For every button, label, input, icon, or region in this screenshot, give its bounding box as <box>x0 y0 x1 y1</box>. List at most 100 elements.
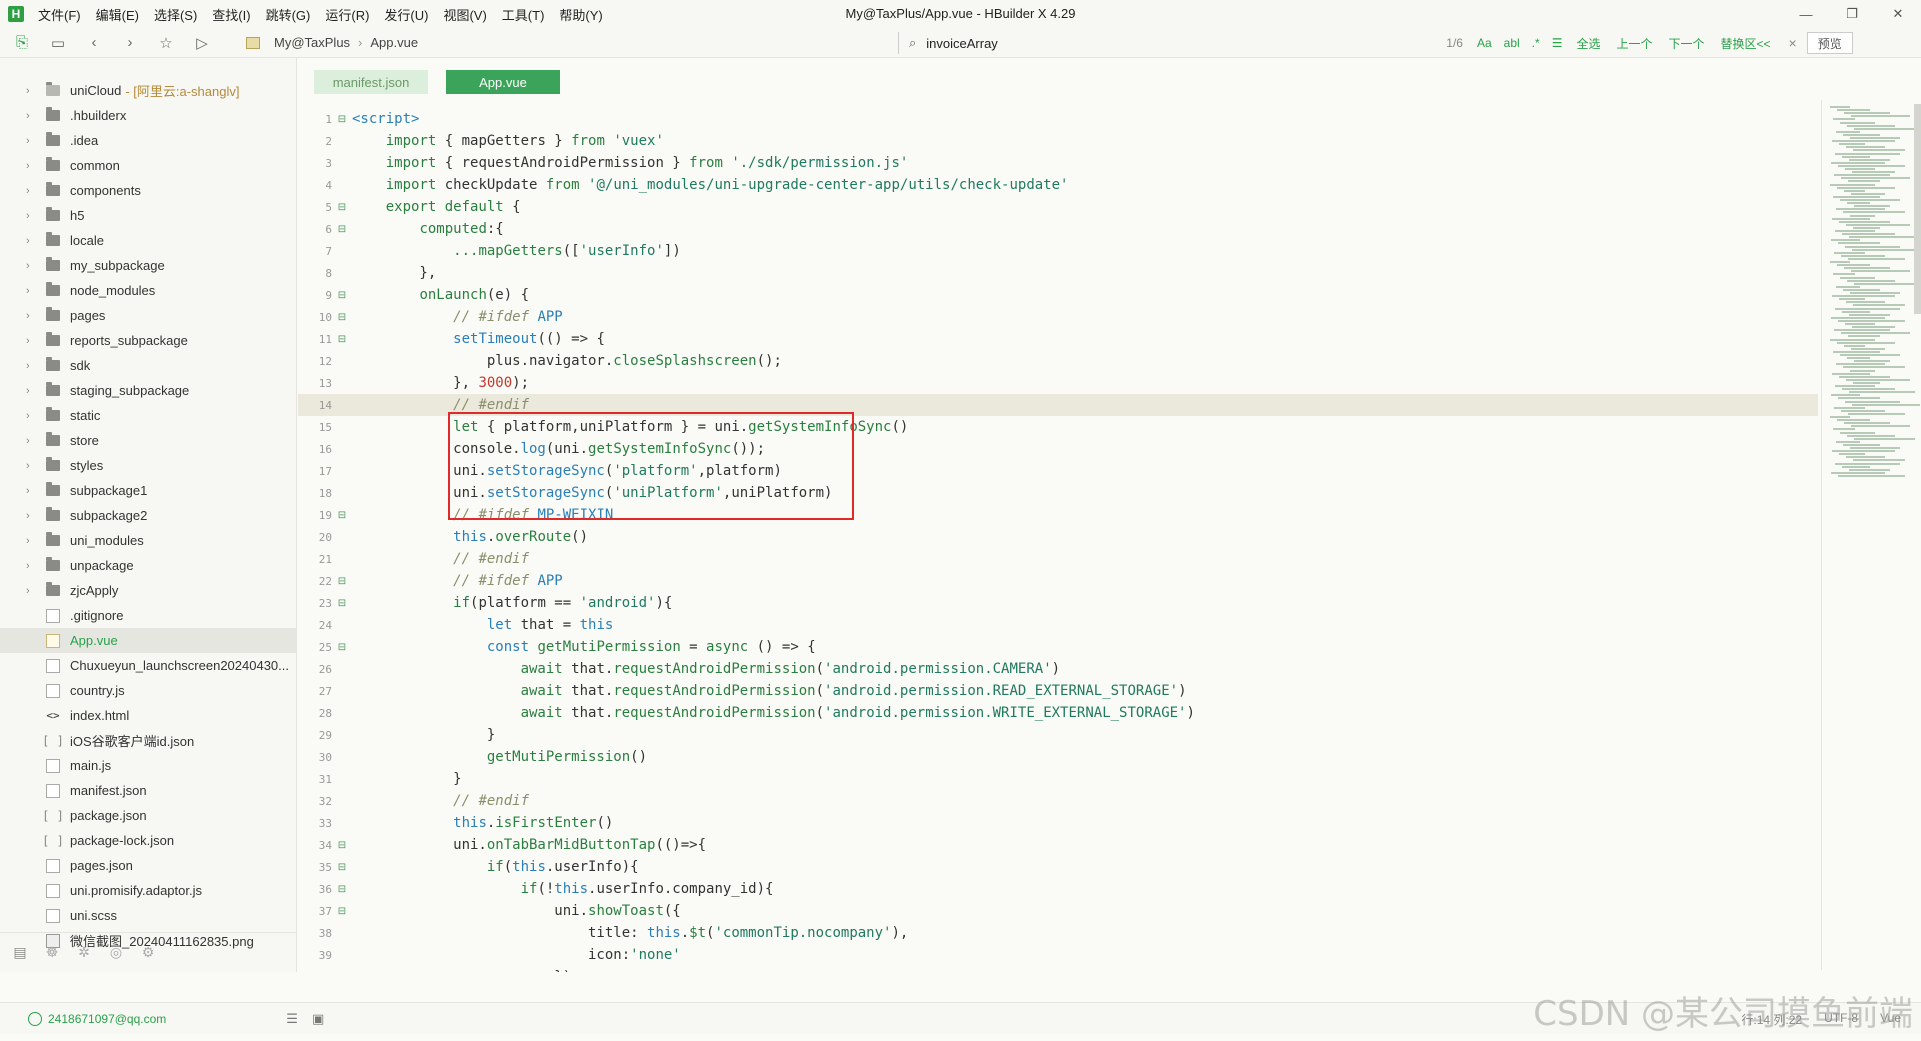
breadcrumb-project[interactable]: My@TaxPlus <box>274 35 350 50</box>
find-prev-button[interactable]: 上一个 <box>1616 35 1652 52</box>
tree-item[interactable]: › reports_subpackage <box>0 328 296 353</box>
tree-item[interactable]: › common <box>0 153 296 178</box>
code-line[interactable]: 24 let that = this <box>298 614 1818 636</box>
fold-icon[interactable]: ⊟ <box>332 642 352 653</box>
fold-icon[interactable]: ⊟ <box>332 510 352 521</box>
fold-icon[interactable]: ⊟ <box>332 576 352 587</box>
fold-icon[interactable]: ⊟ <box>332 862 352 873</box>
code-line[interactable]: 37 ⊟ uni.showToast({ <box>298 900 1818 922</box>
extensions-icon[interactable]: ⚙ <box>136 944 160 961</box>
tree-item[interactable]: App.vue <box>0 628 296 653</box>
chevron-right-icon[interactable]: › <box>26 535 46 547</box>
chevron-right-icon[interactable]: › <box>26 210 46 222</box>
chevron-right-icon[interactable]: › <box>26 260 46 272</box>
scrollbar[interactable] <box>1914 104 1921 314</box>
tree-item[interactable]: › node_modules <box>0 278 296 303</box>
chevron-right-icon[interactable]: › <box>26 385 46 397</box>
code-line[interactable]: 40 }) <box>298 966 1818 972</box>
menu-item[interactable]: 跳转(G) <box>266 5 311 24</box>
tree-item[interactable]: › .idea <box>0 128 296 153</box>
code-line[interactable]: 6 ⊟ computed:{ <box>298 218 1818 240</box>
tree-item[interactable]: › unpackage <box>0 553 296 578</box>
code-line[interactable]: 35 ⊟ if(this.userInfo){ <box>298 856 1818 878</box>
code-line[interactable]: 29 } <box>298 724 1818 746</box>
select-all-button[interactable]: 全选 <box>1576 35 1600 52</box>
chevron-right-icon[interactable]: › <box>26 410 46 422</box>
code-line[interactable]: 17 uni.setStorageSync('platform',platfor… <box>298 460 1818 482</box>
code-line[interactable]: 2 import { mapGetters } from 'vuex' <box>298 130 1818 152</box>
cursor-position[interactable]: 行:14 列:22 <box>1741 1011 1802 1028</box>
code-line[interactable]: 20 this.overRoute() <box>298 526 1818 548</box>
code-line[interactable]: 8 }, <box>298 262 1818 284</box>
tree-item[interactable]: uni.promisify.adaptor.js <box>0 878 296 903</box>
chevron-right-icon[interactable]: › <box>26 185 46 197</box>
code-line[interactable]: 39 icon:'none' <box>298 944 1818 966</box>
menu-item[interactable]: 编辑(E) <box>96 5 139 24</box>
chevron-right-icon[interactable]: › <box>26 560 46 572</box>
code-line[interactable]: 26 await that.requestAndroidPermission('… <box>298 658 1818 680</box>
chevron-right-icon[interactable]: › <box>26 110 46 122</box>
fold-icon[interactable]: ⊟ <box>332 312 352 323</box>
code-line[interactable]: 22 ⊟ // #ifdef APP <box>298 570 1818 592</box>
chevron-right-icon[interactable]: › <box>26 510 46 522</box>
whole-word-toggle[interactable]: abl <box>1504 36 1520 50</box>
chevron-right-icon[interactable]: › <box>26 310 46 322</box>
list-icon[interactable]: ☰ <box>286 1011 298 1027</box>
regex-toggle[interactable]: .* <box>1532 36 1540 50</box>
tree-item[interactable]: › my_subpackage <box>0 253 296 278</box>
star-icon[interactable]: ☆ <box>152 31 180 55</box>
menu-item[interactable]: 视图(V) <box>443 5 486 24</box>
tree-item[interactable]: › components <box>0 178 296 203</box>
terminal-icon[interactable]: ▣ <box>312 1011 324 1027</box>
menu-item[interactable]: 运行(R) <box>325 5 369 24</box>
fold-icon[interactable]: ⊟ <box>332 598 352 609</box>
chevron-right-icon[interactable]: › <box>26 485 46 497</box>
find-close-icon[interactable]: × <box>1789 35 1797 51</box>
code-line[interactable]: 9 ⊟ onLaunch(e) { <box>298 284 1818 306</box>
run-icon[interactable]: ▷ <box>188 31 216 55</box>
code-line[interactable]: 10 ⊟ // #ifdef APP <box>298 306 1818 328</box>
code-line[interactable]: 25 ⊟ const getMutiPermission = async () =… <box>298 636 1818 658</box>
tree-item[interactable]: pages.json <box>0 853 296 878</box>
tree-item[interactable]: [ ] iOS谷歌客户端id.json <box>0 728 296 753</box>
code-line[interactable]: 7 ...mapGetters(['userInfo']) <box>298 240 1818 262</box>
save-icon[interactable]: ▭ <box>44 31 72 55</box>
code-line[interactable]: 13 }, 3000); <box>298 372 1818 394</box>
chevron-right-icon[interactable]: › <box>26 585 46 597</box>
tree-item[interactable]: .gitignore <box>0 603 296 628</box>
tree-item[interactable]: main.js <box>0 753 296 778</box>
code-line[interactable]: 38 title: this.$t('commonTip.nocompany')… <box>298 922 1818 944</box>
menu-item[interactable]: 发行(U) <box>384 5 428 24</box>
code-line[interactable]: 15 let { platform,uniPlatform } = uni.ge… <box>298 416 1818 438</box>
fold-icon[interactable]: ⊟ <box>332 202 352 213</box>
code-line[interactable]: 33 this.isFirstEnter() <box>298 812 1818 834</box>
tree-item[interactable]: › uniCloud - [阿里云:a-shanglv] <box>0 78 296 103</box>
chevron-right-icon[interactable]: › <box>26 335 46 347</box>
fold-icon[interactable]: ⊟ <box>332 884 352 895</box>
preview-button[interactable]: 预览 <box>1806 32 1853 54</box>
code-line[interactable]: 1 ⊟ <script> <box>298 108 1818 130</box>
editor-tab[interactable]: App.vue <box>446 70 560 94</box>
code-line[interactable]: 28 await that.requestAndroidPermission('… <box>298 702 1818 724</box>
tree-item[interactable]: Chuxueyun_launchscreen20240430... <box>0 653 296 678</box>
match-case-toggle[interactable]: Aa <box>1477 36 1492 50</box>
tree-item[interactable]: [ ] package.json <box>0 803 296 828</box>
code-line[interactable]: 31 } <box>298 768 1818 790</box>
forward-icon[interactable]: › <box>116 31 144 55</box>
code-line[interactable]: 32 // #endif <box>298 790 1818 812</box>
tree-item[interactable]: uni.scss <box>0 903 296 928</box>
code-area[interactable]: 1 ⊟ <script> 2 import { mapGetters } from '… <box>298 106 1818 972</box>
chevron-right-icon[interactable]: › <box>26 285 46 297</box>
encoding[interactable]: UTF-8 <box>1824 1011 1858 1028</box>
find-next-button[interactable]: 下一个 <box>1668 35 1704 52</box>
fold-icon[interactable]: ⊟ <box>332 114 352 125</box>
menu-item[interactable]: 选择(S) <box>154 5 197 24</box>
code-line[interactable]: 12 plus.navigator.closeSplashscreen(); <box>298 350 1818 372</box>
chevron-right-icon[interactable]: › <box>26 85 46 97</box>
code-line[interactable]: 30 getMutiPermission() <box>298 746 1818 768</box>
tree-item[interactable]: › uni_modules <box>0 528 296 553</box>
chevron-right-icon[interactable]: › <box>26 135 46 147</box>
chevron-right-icon[interactable]: › <box>26 160 46 172</box>
tree-item[interactable]: › sdk <box>0 353 296 378</box>
minimap[interactable] <box>1821 100 1921 970</box>
